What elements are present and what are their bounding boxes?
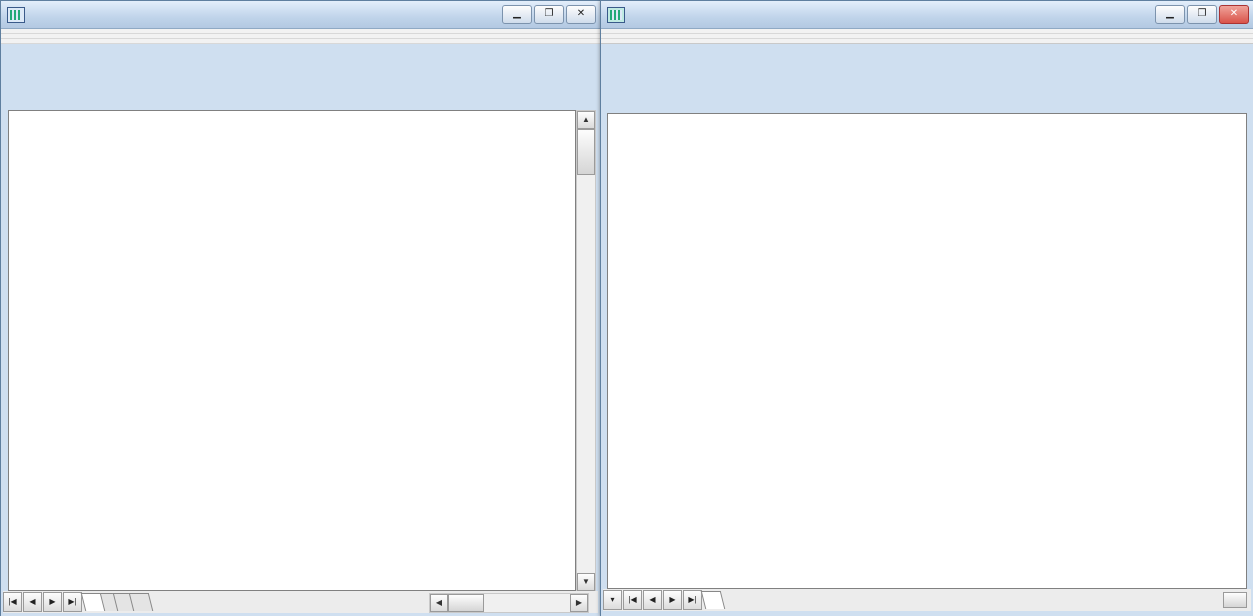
vscroll-thumb[interactable] — [577, 129, 595, 175]
schematic-hscrollbar[interactable]: ◀ ▶ — [429, 593, 589, 613]
schematic-canvas[interactable] — [8, 110, 576, 591]
minimize-button[interactable]: ▁ — [1155, 5, 1185, 24]
last-page-icon[interactable]: ▶| — [63, 592, 82, 612]
ac-app-icon — [607, 7, 625, 23]
first-page-icon[interactable]: |◀ — [623, 590, 642, 610]
last-page-icon[interactable]: ▶| — [683, 590, 702, 610]
first-page-icon[interactable]: |◀ — [3, 592, 22, 612]
prev-page-icon[interactable]: ◀ — [643, 590, 662, 610]
ac-titlebar[interactable]: ▁ ❐ ✕ — [601, 1, 1253, 29]
schematic-vscrollbar[interactable]: ▲ ▼ — [576, 110, 596, 592]
close-button[interactable]: ✕ — [1219, 5, 1249, 24]
plot-area[interactable] — [607, 113, 1247, 589]
schematic-window: ▁ ❐ ✕ ▲ ▼ |◀ ◀ ▶ ▶| ◀ — [0, 0, 601, 616]
prev-page-icon[interactable]: ◀ — [23, 592, 42, 612]
scroll-right-icon[interactable]: ▶ — [570, 594, 588, 612]
next-page-icon[interactable]: ▶ — [663, 590, 682, 610]
tab-info[interactable] — [129, 593, 153, 611]
minimize-button[interactable]: ▁ — [502, 5, 532, 24]
ac-hscroll-thumb[interactable] — [1223, 592, 1247, 608]
close-button[interactable]: ✕ — [566, 5, 596, 24]
tab-main[interactable] — [81, 593, 105, 611]
scroll-down-icon[interactable]: ▼ — [577, 573, 595, 591]
desktop: ▁ ❐ ✕ ▲ ▼ |◀ ◀ ▶ ▶| ◀ — [0, 0, 1253, 616]
schematic-app-icon — [7, 7, 25, 23]
scroll-up-icon[interactable]: ▲ — [577, 111, 595, 129]
schematic-titlebar[interactable]: ▁ ❐ ✕ — [1, 1, 600, 29]
restore-button[interactable]: ❐ — [1187, 5, 1217, 24]
next-page-icon[interactable]: ▶ — [43, 592, 62, 612]
tab-main[interactable] — [701, 591, 725, 609]
hscroll-thumb[interactable] — [448, 594, 484, 612]
ac-plots — [608, 114, 1246, 588]
scroll-left-icon[interactable]: ◀ — [430, 594, 448, 612]
ac-toolbar-3 — [601, 39, 1253, 44]
ac-analysis-window: ▁ ❐ ✕ ▾ |◀ ◀ ▶ ▶| — [600, 0, 1253, 616]
schematic-toolbar-3 — [1, 39, 600, 44]
page-dropdown-icon[interactable]: ▾ — [603, 590, 622, 610]
schematic-drawing — [9, 111, 575, 590]
ac-tabbar: ▾ |◀ ◀ ▶ ▶| — [603, 589, 1251, 611]
restore-button[interactable]: ❐ — [534, 5, 564, 24]
